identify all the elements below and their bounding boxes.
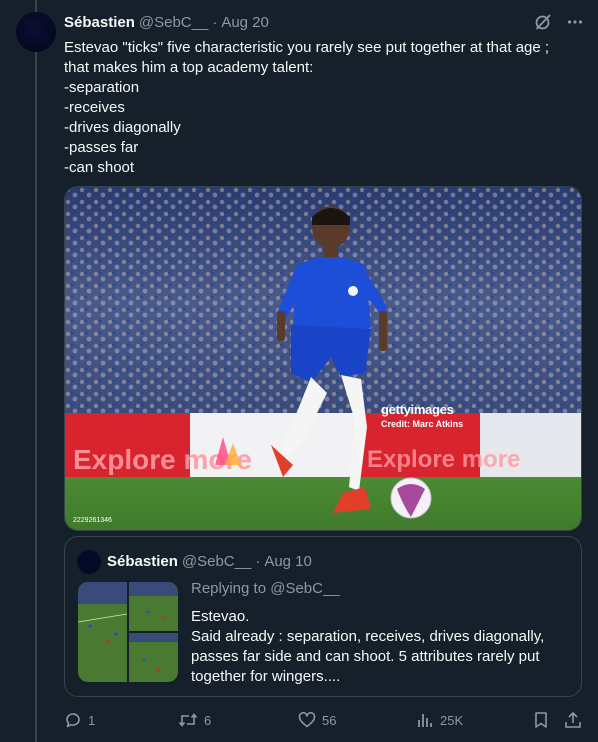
grok-icon[interactable]: [534, 13, 552, 31]
repost-button[interactable]: 6: [178, 708, 211, 732]
tweet-text-line: that makes him a top academy talent:: [64, 59, 314, 76]
replying-to[interactable]: Replying to @SebC__: [191, 580, 340, 597]
tweet-text-line: Estevao "ticks" five characteristic you …: [64, 39, 550, 56]
quote-author-handle[interactable]: @SebC__: [182, 553, 251, 570]
getty-watermark: gettyimages: [381, 402, 454, 417]
quote-text: Estevao. Said already : separation, rece…: [191, 607, 571, 687]
heart-icon: [298, 711, 316, 729]
header-actions: [534, 13, 584, 31]
tweet-text-line: -can shoot: [64, 159, 135, 176]
tweet-text-line: -receives: [64, 99, 125, 116]
repost-count: 6: [204, 712, 212, 728]
thread-line: [35, 0, 37, 742]
action-bar: 1 6 56 25K: [64, 708, 584, 732]
quote-text-line: together for wingers....: [191, 668, 341, 685]
views-icon: [416, 711, 434, 729]
reply-count: 1: [88, 712, 96, 728]
tweet-header: Sébastien @SebC__ · Aug 20: [64, 12, 584, 32]
views-button[interactable]: 25K: [416, 708, 463, 732]
tweet-text-line: -passes far: [64, 139, 139, 156]
quote-header: Sébastien @SebC__ · Aug 10: [107, 553, 312, 570]
share-icon: [564, 711, 582, 729]
like-count: 56: [322, 712, 337, 728]
quote-text-line: Estevao.: [191, 608, 250, 625]
tweet-text: Estevao "ticks" five characteristic you …: [64, 38, 574, 178]
tweet-text-line: -drives diagonally: [64, 119, 181, 136]
reply-icon: [64, 711, 82, 729]
quote-media-thumbnail[interactable]: [78, 582, 178, 682]
quote-author-name[interactable]: Sébastien: [107, 553, 178, 570]
photo-credit: Credit: Marc Atkins: [381, 419, 464, 429]
like-button[interactable]: 56: [298, 708, 336, 732]
quote-avatar[interactable]: [77, 550, 101, 574]
bookmark-button[interactable]: [532, 708, 550, 732]
author-handle[interactable]: @SebC__: [139, 14, 208, 31]
avatar[interactable]: [16, 12, 56, 52]
quote-text-line: passes far side and can shoot. 5 attribu…: [191, 648, 540, 665]
svg-text:Explore more: Explore more: [367, 446, 520, 473]
tweet-media-photo[interactable]: Explore more Explore more gettyimages Cr…: [64, 186, 582, 531]
quote-text-line: Said already : separation, receives, dri…: [191, 628, 545, 645]
separator-dot: ·: [212, 13, 218, 31]
football-match-thumbnails: [78, 582, 178, 682]
bookmark-icon: [532, 711, 550, 729]
image-id: 2229261346: [73, 517, 112, 524]
repost-icon: [178, 711, 198, 729]
views-count: 25K: [440, 712, 464, 728]
quoted-tweet[interactable]: Sébastien @SebC__ · Aug 10 Replying to @…: [64, 536, 582, 697]
quote-date[interactable]: Aug 10: [264, 553, 312, 570]
football-player-photo: Explore more Explore more: [65, 187, 581, 530]
more-icon[interactable]: [566, 13, 584, 31]
author-name[interactable]: Sébastien: [64, 14, 135, 31]
separator-dot: ·: [255, 553, 261, 570]
reply-button[interactable]: 1: [64, 708, 95, 732]
tweet-date[interactable]: Aug 20: [221, 14, 269, 31]
tweet-text-line: -separation: [64, 79, 140, 96]
share-button[interactable]: [564, 708, 582, 732]
